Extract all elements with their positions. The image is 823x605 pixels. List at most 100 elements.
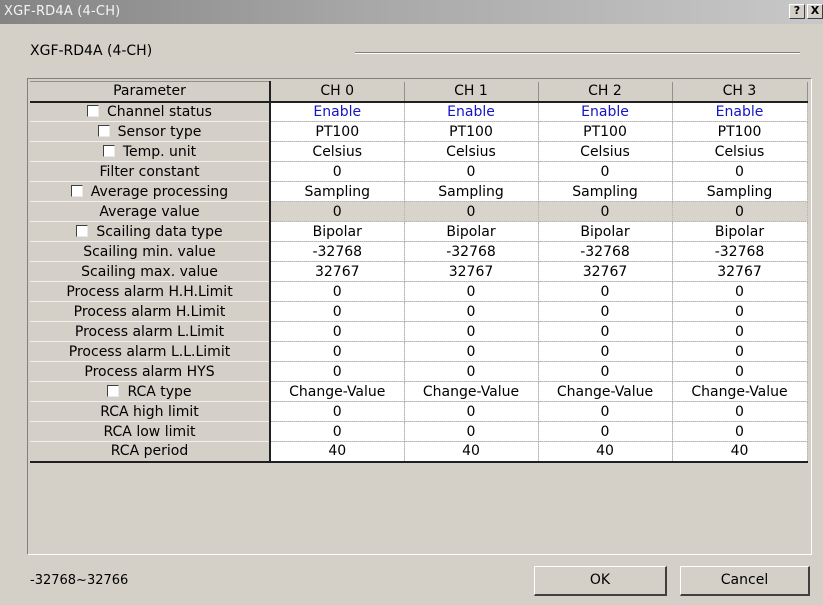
value-cell-ch0[interactable]: 0 [270, 401, 405, 422]
value-cell-ch3[interactable]: Celsius [672, 141, 808, 162]
value-cell-ch2[interactable]: -32768 [538, 241, 673, 262]
range-hint: -32768~32766 [30, 573, 129, 588]
parameter-cell: Process alarm HYS [30, 361, 271, 382]
parameter-cell: RCA low limit [30, 421, 271, 442]
value-cell-ch1[interactable]: Enable [404, 101, 539, 122]
value-cell-ch1[interactable]: 0 [404, 421, 539, 442]
value-cell-ch1[interactable]: 0 [404, 281, 539, 302]
value-cell-ch2[interactable]: 32767 [538, 261, 673, 282]
value-cell-ch1[interactable]: Change-Value [404, 381, 539, 402]
value-cell-ch2[interactable]: Celsius [538, 141, 673, 162]
column-header-ch0: CH 0 [270, 81, 405, 103]
parameter-cell: Temp. unit [30, 141, 271, 162]
value-cell-ch1[interactable]: 0 [404, 361, 539, 382]
value-cell-ch3[interactable]: -32768 [672, 241, 808, 262]
value-cell-ch3[interactable]: 0 [672, 281, 808, 302]
close-button[interactable]: X [807, 4, 823, 19]
value-cell-ch2[interactable]: 0 [538, 161, 673, 182]
title-bar[interactable]: XGF-RD4A (4-CH) ? X [0, 0, 823, 24]
table-row: RCA high limit 0 0 0 0 [30, 401, 808, 422]
value-cell-ch0[interactable]: 0 [270, 161, 405, 182]
parameter-checkbox[interactable] [102, 144, 115, 157]
column-header-ch1: CH 1 [404, 81, 539, 103]
value-cell-ch2[interactable]: Change-Value [538, 381, 673, 402]
value-cell-ch3[interactable]: 0 [672, 321, 808, 342]
value-cell-ch1[interactable]: 0 [404, 301, 539, 322]
ok-button[interactable]: OK [534, 566, 667, 596]
value-cell-ch1[interactable]: 0 [404, 321, 539, 342]
value-cell-ch0[interactable]: Celsius [270, 141, 405, 162]
value-cell-ch3[interactable]: 0 [672, 421, 808, 442]
value-cell-ch3[interactable]: 0 [672, 341, 808, 362]
parameter-label: Scailing max. value [81, 263, 218, 280]
table-row: Filter constant 0 0 0 0 [30, 161, 808, 182]
parameter-checkbox[interactable] [70, 184, 83, 197]
value-cell-ch2[interactable]: 0 [538, 361, 673, 382]
parameter-checkbox[interactable] [107, 384, 120, 397]
value-cell-ch1[interactable]: PT100 [404, 121, 539, 142]
value-cell-ch1[interactable]: Celsius [404, 141, 539, 162]
parameter-cell: Filter constant [30, 161, 271, 182]
value-cell-ch0[interactable]: 32767 [270, 261, 405, 282]
value-cell-ch0[interactable]: 0 [270, 281, 405, 302]
value-cell-ch0[interactable]: Sampling [270, 181, 405, 202]
cancel-button[interactable]: Cancel [680, 566, 810, 596]
value-cell-ch0[interactable]: 0 [270, 361, 405, 382]
value-cell-ch1[interactable]: Bipolar [404, 221, 539, 242]
value-cell-ch0[interactable]: 40 [270, 441, 405, 463]
value-cell-ch2[interactable]: 40 [538, 441, 673, 463]
value-cell-ch0[interactable]: 0 [270, 341, 405, 362]
value-cell-ch3[interactable]: Bipolar [672, 221, 808, 242]
settings-dialog: XGF-RD4A (4-CH) ? X XGF-RD4A (4-CH) Para… [0, 0, 823, 605]
value-cell-ch1[interactable]: 40 [404, 441, 539, 463]
parameter-cell: Process alarm H.H.Limit [30, 281, 271, 302]
parameter-cell: RCA high limit [30, 401, 271, 422]
parameter-checkbox[interactable] [87, 104, 100, 117]
parameter-checkbox[interactable] [76, 224, 89, 237]
value-cell-ch1[interactable]: Sampling [404, 181, 539, 202]
value-cell-ch2[interactable]: 0 [538, 421, 673, 442]
value-cell-ch0[interactable]: Bipolar [270, 221, 405, 242]
value-cell-ch0[interactable]: Enable [270, 101, 405, 122]
value-cell-ch0[interactable]: 0 [270, 321, 405, 342]
value-cell-ch0[interactable]: Change-Value [270, 381, 405, 402]
value-cell-ch2[interactable]: 0 [538, 401, 673, 422]
value-cell-ch2[interactable]: Sampling [538, 181, 673, 202]
value-cell-ch2[interactable]: PT100 [538, 121, 673, 142]
value-cell-ch0[interactable]: PT100 [270, 121, 405, 142]
help-button[interactable]: ? [789, 4, 805, 19]
value-cell-ch3[interactable]: 32767 [672, 261, 808, 282]
value-cell-ch3[interactable]: Enable [672, 101, 808, 122]
value-cell-ch3[interactable]: PT100 [672, 121, 808, 142]
value-cell-ch3[interactable]: 0 [672, 161, 808, 182]
parameter-grid-frame: Parameter CH 0 CH 1 CH 2 CH 3 Channel status E… [27, 78, 812, 555]
value-cell-ch2[interactable]: Enable [538, 101, 673, 122]
value-cell-ch2[interactable]: 0 [538, 281, 673, 302]
value-cell-ch0[interactable]: 0 [270, 421, 405, 442]
value-cell-ch2[interactable]: 0 [538, 321, 673, 342]
value-cell-ch2[interactable]: Bipolar [538, 221, 673, 242]
value-cell-ch3[interactable]: 0 [672, 301, 808, 322]
value-cell-ch0[interactable]: 0 [270, 301, 405, 322]
table-row: Scailing data type Bipolar Bipolar Bipolar B… [30, 221, 808, 242]
value-cell-ch3[interactable]: 0 [672, 361, 808, 382]
value-cell-ch0[interactable]: -32768 [270, 241, 405, 262]
parameter-checkbox[interactable] [97, 124, 110, 137]
value-cell-ch1[interactable]: 32767 [404, 261, 539, 282]
value-cell-ch1[interactable]: 0 [404, 401, 539, 422]
value-cell-ch2[interactable]: 0 [538, 301, 673, 322]
table-row: Process alarm H.H.Limit 0 0 0 0 [30, 281, 808, 302]
parameter-label: Scailing min. value [83, 243, 216, 260]
grid-header-row: Parameter CH 0 CH 1 CH 2 CH 3 [30, 81, 808, 103]
value-cell-ch1[interactable]: 0 [404, 161, 539, 182]
value-cell-ch1[interactable]: -32768 [404, 241, 539, 262]
value-cell-ch3[interactable]: Change-Value [672, 381, 808, 402]
parameter-cell: Scailing min. value [30, 241, 271, 262]
parameter-label: Process alarm L.L.Limit [68, 343, 231, 360]
value-cell-ch3[interactable]: 40 [672, 441, 808, 463]
parameter-label: RCA low limit [103, 423, 196, 440]
value-cell-ch3[interactable]: 0 [672, 401, 808, 422]
value-cell-ch3[interactable]: Sampling [672, 181, 808, 202]
value-cell-ch2[interactable]: 0 [538, 341, 673, 362]
value-cell-ch1[interactable]: 0 [404, 341, 539, 362]
